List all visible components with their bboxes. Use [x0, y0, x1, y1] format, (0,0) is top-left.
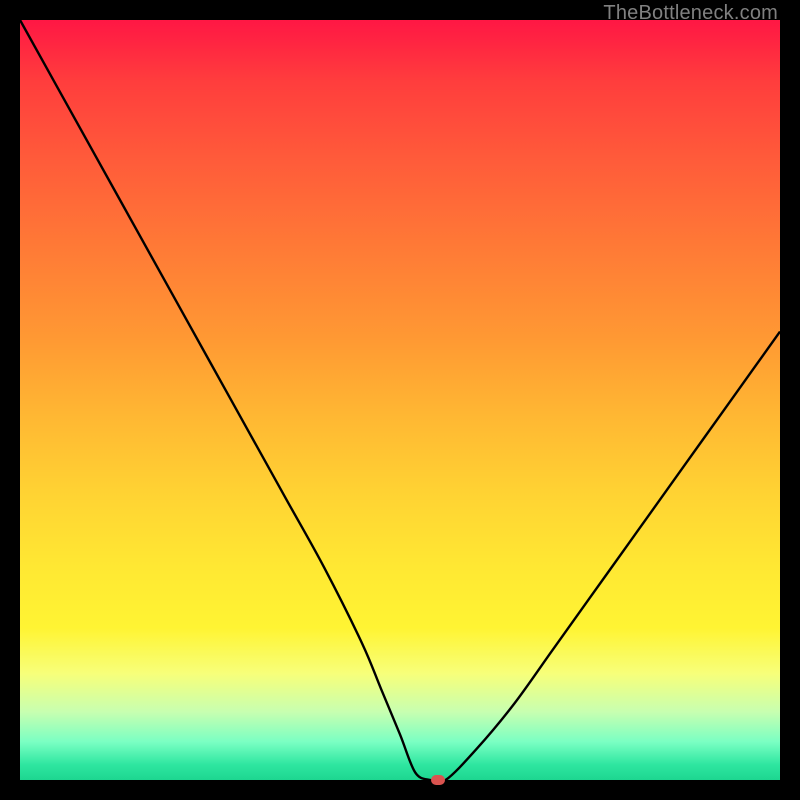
- bottleneck-curve: [20, 20, 780, 780]
- curve-path: [20, 20, 780, 783]
- plot-area: [20, 20, 780, 780]
- optimal-point-marker: [431, 775, 445, 785]
- chart-frame: TheBottleneck.com: [0, 0, 800, 800]
